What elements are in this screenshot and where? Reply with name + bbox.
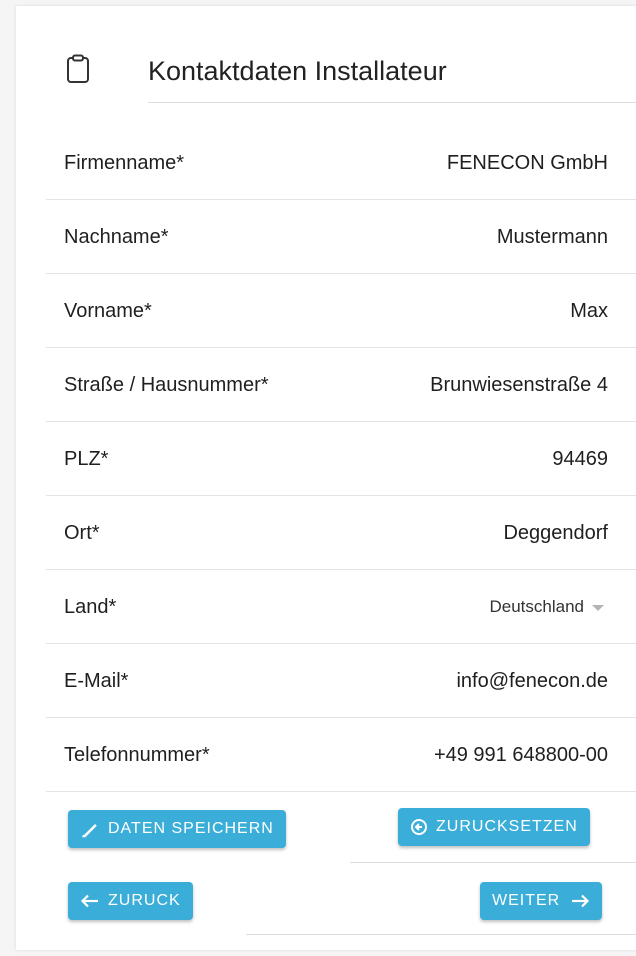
card-header: Kontaktdaten Installateur — [16, 6, 636, 106]
field-row-email[interactable]: E-Mail* info@fenecon.de — [16, 644, 636, 718]
page-title: Kontaktdaten Installateur — [148, 56, 447, 86]
next-button-label: WEITER — [492, 892, 561, 909]
header-divider — [148, 102, 636, 103]
field-label: PLZ* — [64, 448, 109, 470]
field-row-city[interactable]: Ort* Deggendorf — [16, 496, 636, 570]
reset-icon — [411, 819, 427, 835]
field-label: Vorname* — [64, 300, 152, 322]
field-row-firstname[interactable]: Vorname* Max — [16, 274, 636, 348]
button-divider — [350, 862, 636, 863]
installer-contact-card: Kontaktdaten Installateur Firmenname* FE… — [16, 6, 636, 950]
pencil-icon — [82, 824, 97, 838]
caret-down-icon — [592, 604, 604, 611]
company-name-field[interactable]: FENECON GmbH — [447, 150, 608, 176]
email-field[interactable]: info@fenecon.de — [456, 668, 608, 694]
city-field[interactable]: Deggendorf — [503, 520, 608, 546]
reset-button[interactable]: ZURUCKSETZEN — [398, 808, 590, 846]
field-row-country[interactable]: Land* Deutschland — [16, 570, 636, 644]
field-row-lastname[interactable]: Nachname* Mustermann — [16, 200, 636, 274]
phone-field[interactable]: +49 991 648800-00 — [434, 742, 608, 768]
field-label: Land* — [64, 596, 117, 618]
field-label: Straße / Hausnummer* — [64, 374, 269, 396]
street-field[interactable]: Brunwiesenstraße 4 — [430, 372, 608, 398]
field-row-phone[interactable]: Telefonnummer* +49 991 648800-00 — [16, 718, 636, 792]
arrow-right-icon — [572, 894, 590, 908]
clipboard-icon — [66, 54, 90, 84]
field-label: Ort* — [64, 522, 100, 544]
field-label: E-Mail* — [64, 670, 129, 692]
field-row-company[interactable]: Firmenname* FENECON GmbH — [16, 126, 636, 200]
zip-field[interactable]: 94469 — [552, 446, 608, 472]
footer-divider — [246, 934, 636, 935]
lastname-field[interactable]: Mustermann — [497, 224, 608, 250]
field-label: Nachname* — [64, 226, 169, 248]
field-row-zip[interactable]: PLZ* 94469 — [16, 422, 636, 496]
firstname-field[interactable]: Max — [570, 298, 608, 324]
reset-button-label: ZURUCKSETZEN — [436, 818, 578, 835]
field-row-street[interactable]: Straße / Hausnummer* Brunwiesenstraße 4 — [16, 348, 636, 422]
arrow-left-icon — [80, 894, 98, 908]
field-label: Telefonnummer* — [64, 744, 210, 766]
row-divider — [46, 791, 636, 792]
next-button[interactable]: WEITER — [480, 882, 603, 920]
back-button-label: ZURUCK — [108, 892, 181, 909]
save-button-label: DATEN SPEICHERN — [108, 820, 274, 837]
field-label: Firmenname* — [64, 152, 185, 174]
back-button[interactable]: ZURUCK — [68, 882, 193, 920]
country-select[interactable]: Deutschland — [489, 596, 604, 618]
save-button[interactable]: DATEN SPEICHERN — [68, 810, 286, 848]
country-select-value: Deutschland — [489, 597, 584, 616]
